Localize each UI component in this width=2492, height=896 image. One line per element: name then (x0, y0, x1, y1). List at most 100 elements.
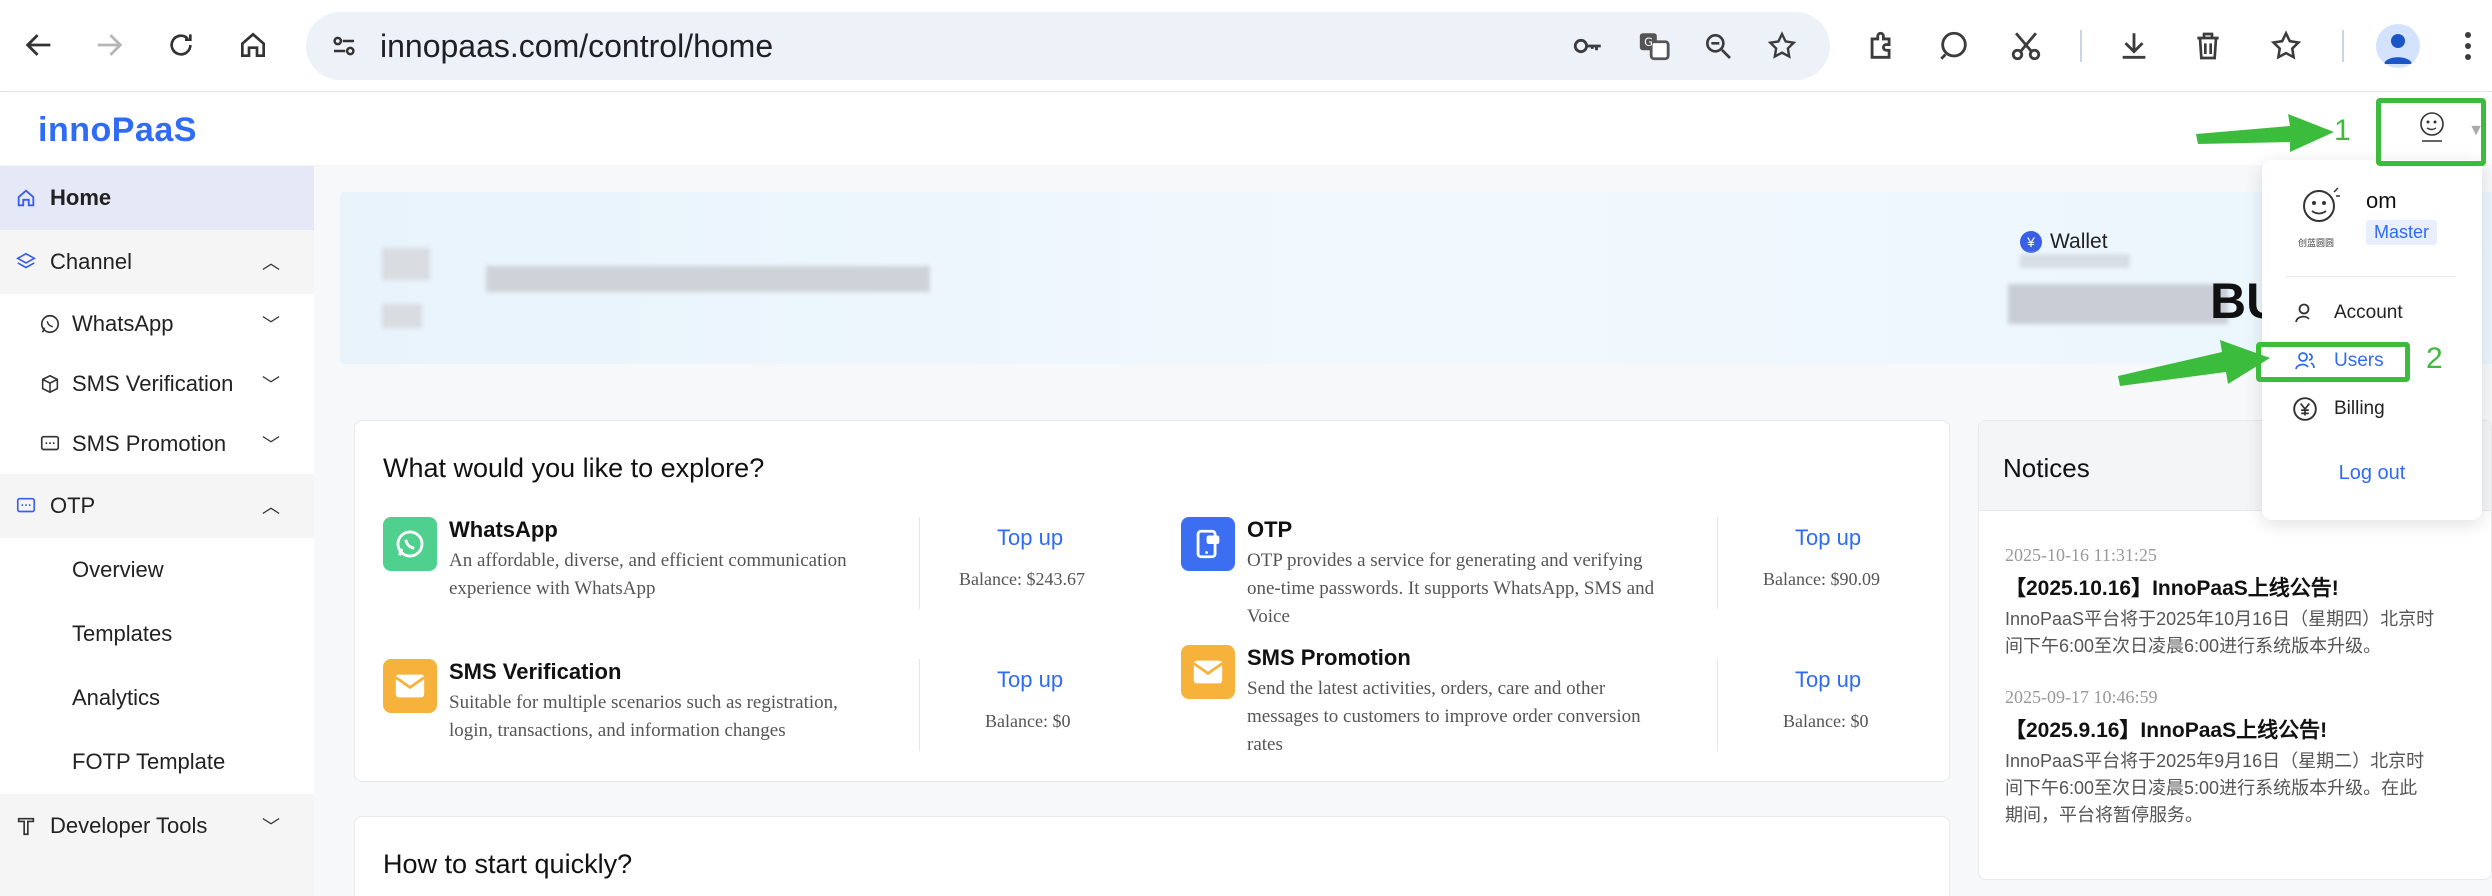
whatsapp-icon (383, 517, 437, 571)
service-whatsapp[interactable]: WhatsApp An affordable, diverse, and eff… (383, 517, 943, 617)
sidebar-item-analytics[interactable]: Analytics (0, 666, 314, 730)
service-name: SMS Verification (449, 659, 622, 684)
arrow-right-icon (97, 34, 123, 56)
balance-otp: Balance: $90.09 (1763, 569, 1880, 589)
sidebar-item-templates[interactable]: Templates (0, 602, 314, 666)
sidebar-item-label: Home (50, 185, 112, 210)
chevron-down-icon: ﹀ (262, 435, 280, 455)
sidebar-item-sms-verification[interactable]: SMS Verification ﹀ (0, 354, 314, 414)
service-description: Suitable for multiple scenarios such as … (449, 692, 838, 741)
notice-item[interactable]: 2025-10-16 11:31:25 【2025.10.16】InnoPaaS… (2005, 545, 2435, 660)
download-icon[interactable] (2110, 22, 2158, 70)
topup-whatsapp-link[interactable]: Top up (997, 525, 1063, 551)
search-bubble-icon[interactable] (1930, 22, 1978, 70)
sidebar-item-whatsapp[interactable]: WhatsApp ﹀ (0, 294, 314, 354)
key-icon[interactable] (1568, 26, 1608, 66)
bookmark-star-icon[interactable] (1762, 26, 1802, 66)
topup-sms-verification-link[interactable]: Top up (997, 667, 1063, 693)
arrow-left-icon (25, 34, 51, 56)
notice-body: InnoPaaS平台将于2025年9月16日（星期二）北京时间下午6:00至次日… (2005, 751, 2425, 825)
sidebar-item-developer-tools[interactable]: Developer Tools ﹀ (0, 794, 314, 858)
reload-button[interactable] (158, 22, 204, 68)
service-description: An affordable, diverse, and efficient co… (449, 550, 847, 599)
step-1-label: 1 (2334, 114, 2351, 147)
sidebar-item-label: Analytics (72, 685, 161, 710)
translate-icon[interactable]: G (1634, 26, 1674, 66)
sidebar-item-label: Templates (72, 621, 173, 646)
blurred-account-name (486, 266, 930, 292)
app-logo[interactable]: innoPaaS (38, 111, 197, 150)
balance-whatsapp: Balance: $243.67 (959, 569, 1085, 589)
sidebar: Home Channel ︿ WhatsApp ﹀ SMS Verificati… (0, 166, 314, 896)
sidebar-item-overview[interactable]: Overview (0, 538, 314, 602)
welcome-banner: ¥ Wallet BUS (340, 192, 2492, 364)
divider (1717, 517, 1718, 609)
notice-body: InnoPaaS平台将于2025年10月16日（星期四）北京时间下午6:00至次… (2005, 609, 2435, 656)
notice-title: 【2025.9.16】InnoPaaS上线公告! (2005, 719, 2328, 742)
url-text[interactable]: innopaas.com/control/home (380, 28, 773, 65)
logout-link[interactable]: Log out (2262, 462, 2482, 485)
divider (1717, 659, 1718, 751)
service-otp[interactable]: OTP OTP provides a service for generatin… (1181, 517, 1741, 627)
zoom-icon[interactable] (1698, 26, 1738, 66)
avatar-caption: 创蓝圆圆 (2298, 238, 2335, 248)
explore-title: What would you like to explore? (383, 453, 765, 483)
trash-icon[interactable] (2184, 22, 2232, 70)
scissors-icon[interactable] (2002, 22, 2050, 70)
step-2-label: 2 (2426, 342, 2443, 375)
sidebar-item-otp[interactable]: OTP ︿ (0, 474, 314, 538)
blurred-avatar (382, 248, 430, 280)
notice-item[interactable]: 2025-09-17 10:46:59 【2025.9.16】InnoPaaS上… (2005, 687, 2435, 829)
sidebar-item-fotp-template[interactable]: FOTP Template (0, 730, 314, 794)
browser-toolbar: innopaas.com/control/home G (0, 0, 2492, 92)
chevron-up-icon: ︿ (262, 497, 280, 517)
sidebar-item-label: SMS Verification (72, 371, 234, 396)
menu-item-billing[interactable]: Billing (2292, 396, 2385, 422)
sidebar-item-home[interactable]: Home (0, 166, 314, 230)
chevron-down-icon: ﹀ (262, 817, 280, 837)
service-sms-promotion[interactable]: SMS Promotion Send the latest activities… (1181, 645, 1741, 765)
extensions-icon[interactable] (1858, 22, 1906, 70)
sidebar-item-label: OTP (50, 493, 96, 518)
yen-icon (2292, 396, 2318, 422)
main-content: ¥ Wallet BUS What would you like to expl… (314, 166, 2492, 896)
how-to-start-title: How to start quickly? (383, 849, 633, 879)
wallet-label: ¥ Wallet (2020, 230, 2108, 254)
whatsapp-icon (38, 312, 62, 336)
notice-time: 2025-10-16 11:31:25 (2005, 545, 2157, 565)
address-bar[interactable]: innopaas.com/control/home G (306, 12, 1830, 80)
svg-text:G: G (1644, 35, 1653, 49)
service-description: Send the latest activities, orders, care… (1247, 678, 1641, 755)
account-icon (2292, 300, 2318, 326)
otp-phone-icon (1181, 517, 1235, 571)
favorites-icon[interactable] (2262, 22, 2310, 70)
back-button[interactable] (16, 22, 62, 68)
topup-sms-promotion-link[interactable]: Top up (1795, 667, 1861, 693)
notices-title: Notices (2003, 453, 2090, 483)
notice-time: 2025-09-17 10:46:59 (2005, 687, 2158, 707)
service-name: SMS Promotion (1247, 645, 1411, 670)
balance-sms-promotion: Balance: $0 (1783, 711, 1869, 731)
sidebar-item-sms-promotion[interactable]: SMS Promotion ﹀ (0, 414, 314, 474)
blurred-wallet-id (2020, 254, 2130, 268)
service-sms-verification[interactable]: SMS Verification Suitable for multiple s… (383, 659, 943, 759)
home-button[interactable] (230, 22, 276, 68)
site-settings-icon[interactable] (324, 26, 364, 66)
toolbar-divider (2342, 30, 2344, 62)
chevron-down-icon: ﹀ (262, 375, 280, 395)
browser-menu-icon[interactable] (2448, 22, 2488, 70)
topup-otp-link[interactable]: Top up (1795, 525, 1861, 551)
sidebar-item-channel[interactable]: Channel ︿ (0, 230, 314, 294)
highlight-avatar-box (2376, 98, 2486, 166)
browser-profile-avatar[interactable] (2376, 24, 2420, 68)
blurred-wallet-balance (2008, 284, 2228, 324)
menu-item-account[interactable]: Account (2292, 300, 2403, 326)
forward-button[interactable] (86, 22, 132, 68)
layers-icon (14, 250, 38, 274)
user-name: om (2366, 188, 2397, 213)
user-dropdown-menu: 创蓝圆圆 om Master Account Users Billing Log… (2262, 160, 2482, 520)
service-name: OTP (1247, 517, 1293, 542)
explore-card: What would you like to explore? WhatsApp… (354, 420, 1950, 782)
avatar-icon (2303, 187, 2340, 222)
blurred-text (382, 304, 422, 328)
